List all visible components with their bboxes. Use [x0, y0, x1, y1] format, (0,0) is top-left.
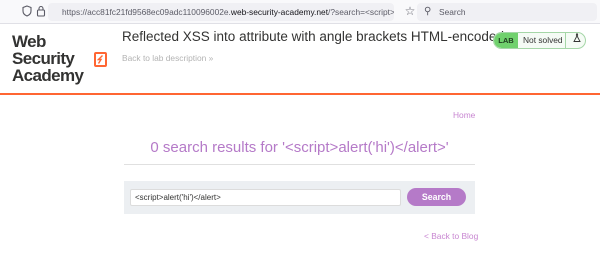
search-input[interactable] [130, 189, 401, 206]
bookmark-star-icon[interactable]: ☆ [403, 4, 417, 18]
web-security-academy-logo[interactable]: Web Security Academy [12, 32, 107, 85]
browser-search-placeholder: Search [439, 7, 466, 17]
search-icon: ⚲ [424, 6, 432, 17]
home-link[interactable]: Home [453, 110, 475, 120]
logo-line1: Web Security [12, 32, 75, 68]
url-prefix: https://acc81fc21fd9568ec09adc110096002e… [62, 7, 231, 17]
flask-icon [565, 33, 585, 48]
search-results-heading: 0 search results for '<script>alert('hi'… [150, 139, 449, 156]
url-suffix: /?search=<script>alert('hi')</al [328, 7, 394, 17]
search-button[interactable]: Search [407, 188, 466, 206]
lab-status-widget: LAB Not solved [493, 32, 586, 49]
back-to-lab-description-link[interactable]: Back to lab description » [122, 53, 213, 63]
back-to-description-label: Back to lab description [122, 53, 207, 63]
lab-status-text: Not solved [523, 35, 563, 45]
shield-icon[interactable] [20, 5, 34, 19]
browser-search-box[interactable]: ⚲ Search [417, 3, 597, 21]
logo-mark-icon [94, 52, 107, 67]
url-domain: web-security-academy.net [230, 7, 329, 17]
address-bar[interactable]: https://acc81fc21fd9568ec09adc110096002e… [48, 3, 394, 21]
browser-toolbar: https://acc81fc21fd9568ec09adc110096002e… [0, 0, 600, 24]
divider [124, 164, 475, 165]
lab-tag: LAB [494, 33, 518, 48]
lab-title: Reflected XSS into attribute with angle … [122, 29, 504, 44]
double-chevron-right-icon: » [208, 53, 214, 63]
logo-line2: Academy [12, 66, 84, 85]
back-to-blog-link[interactable]: < Back to Blog [424, 231, 478, 241]
lock-icon[interactable] [34, 5, 48, 19]
